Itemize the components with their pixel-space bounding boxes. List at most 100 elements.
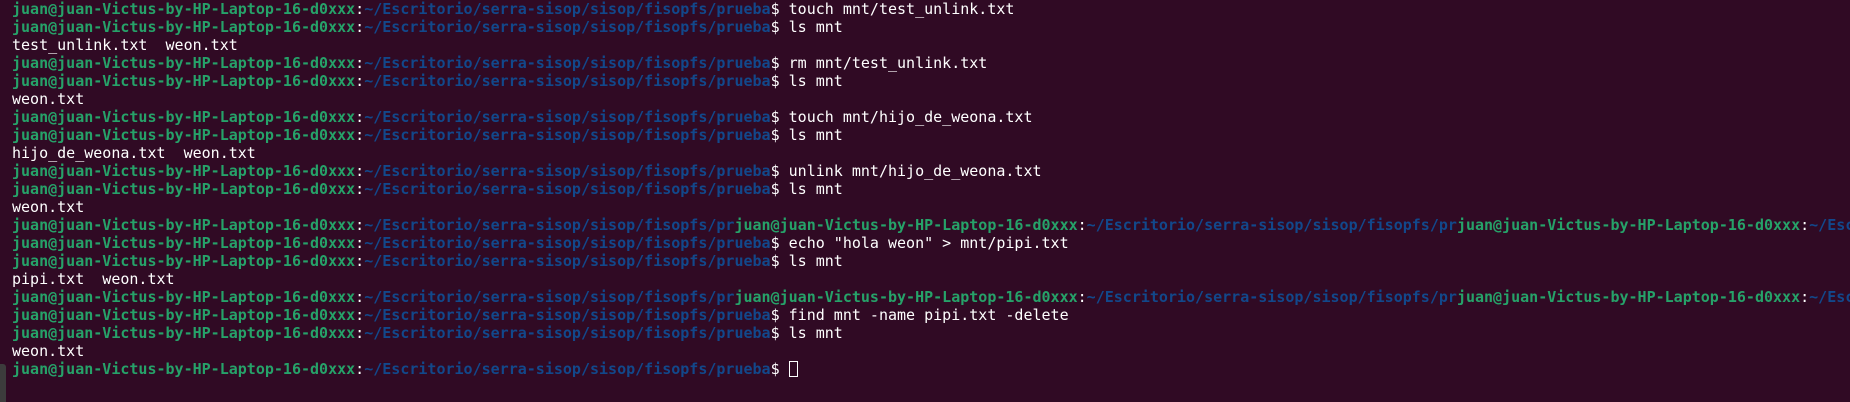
prompt-line: juan@juan-Victus-by-HP-Laptop-16-d0xxx:~… [12,162,1850,180]
prompt-line: juan@juan-Victus-by-HP-Laptop-16-d0xxx:~… [12,234,1850,252]
prompt-cwd-truncated: ~/Escritorio/serra-sisop/sisop/fisopfs/p… [1086,216,1457,234]
prompt-user-host: juan@juan-Victus-by-HP-Laptop-16-d0xxx [12,108,356,126]
prompt-user-host: juan@juan-Victus-by-HP-Laptop-16-d0xxx [734,216,1078,234]
prompt-user-host: juan@juan-Victus-by-HP-Laptop-16-d0xxx [12,126,356,144]
prompt-dollar: $ [770,0,789,18]
prompt-dollar: $ [770,72,789,90]
prompt-cwd: ~/Escritorio/serra-sisop/sisop/fisopfs/p… [364,0,771,18]
prompt-user-host: juan@juan-Victus-by-HP-Laptop-16-d0xxx [12,0,356,18]
prompt-line: juan@juan-Victus-by-HP-Laptop-16-d0xxx:~… [12,324,1850,342]
output-text: test_unlink.txt weon.txt [12,36,238,54]
scrollbar-handle[interactable] [0,364,6,402]
prompt-user-host: juan@juan-Victus-by-HP-Laptop-16-d0xxx [12,234,356,252]
prompt-colon: : [355,252,365,270]
prompt-user-host: juan@juan-Victus-by-HP-Laptop-16-d0xxx [12,216,356,234]
prompt-cwd-truncated: ~/Escritorio/serra-sisop/sisop/fisopfs/p… [1086,288,1457,306]
prompt-cwd-truncated: ~/Esc [1809,288,1850,306]
prompt-colon: : [355,306,365,324]
prompt-colon: : [1800,288,1810,306]
prompt-colon: : [355,54,365,72]
prompt-user-host: juan@juan-Victus-by-HP-Laptop-16-d0xxx [12,162,356,180]
garbled-prompt-line: juan@juan-Victus-by-HP-Laptop-16-d0xxx:~… [12,288,1850,306]
prompt-colon: : [355,108,365,126]
prompt-colon: : [355,216,365,234]
prompt-colon: : [1077,216,1087,234]
command-text: unlink mnt/hijo_de_weona.txt [788,162,1042,180]
prompt-colon: : [355,180,365,198]
prompt-dollar: $ [770,108,789,126]
prompt-line: juan@juan-Victus-by-HP-Laptop-16-d0xxx:~… [12,306,1850,324]
prompt-user-host: juan@juan-Victus-by-HP-Laptop-16-d0xxx [1456,288,1801,306]
output-line: weon.txt [12,90,1850,108]
prompt-user-host: juan@juan-Victus-by-HP-Laptop-16-d0xxx [12,252,356,270]
prompt-dollar: $ [770,18,789,36]
prompt-user-host: juan@juan-Victus-by-HP-Laptop-16-d0xxx [12,324,356,342]
prompt-colon: : [355,0,365,18]
prompt-cwd: ~/Escritorio/serra-sisop/sisop/fisopfs/p… [364,126,771,144]
prompt-cwd: ~/Escritorio/serra-sisop/sisop/fisopfs/p… [364,108,771,126]
prompt-dollar: $ [770,126,789,144]
prompt-dollar: $ [770,306,789,324]
prompt-cwd-truncated: ~/Escritorio/serra-sisop/sisop/fisopfs/p… [364,288,735,306]
output-text: hijo_de_weona.txt weon.txt [12,144,256,162]
prompt-cwd: ~/Escritorio/serra-sisop/sisop/fisopfs/p… [364,162,771,180]
prompt-line: juan@juan-Victus-by-HP-Laptop-16-d0xxx:~… [12,54,1850,72]
prompt-dollar: $ [770,252,789,270]
command-text: touch mnt/hijo_de_weona.txt [788,108,1033,126]
prompt-user-host: juan@juan-Victus-by-HP-Laptop-16-d0xxx [1456,216,1801,234]
prompt-user-host: juan@juan-Victus-by-HP-Laptop-16-d0xxx [12,180,356,198]
output-text: weon.txt [12,90,85,108]
prompt-dollar: $ [770,360,789,378]
output-text: weon.txt [12,198,85,216]
prompt-colon: : [355,360,365,378]
output-text: pipi.txt weon.txt [12,270,175,288]
prompt-dollar: $ [770,234,789,252]
command-text: ls mnt [788,18,843,36]
prompt-colon: : [355,126,365,144]
prompt-cwd: ~/Escritorio/serra-sisop/sisop/fisopfs/p… [364,234,771,252]
prompt-colon: : [355,234,365,252]
prompt-line: juan@juan-Victus-by-HP-Laptop-16-d0xxx:~… [12,0,1850,18]
prompt-cwd: ~/Escritorio/serra-sisop/sisop/fisopfs/p… [364,306,771,324]
prompt-user-host: juan@juan-Victus-by-HP-Laptop-16-d0xxx [12,54,356,72]
output-line: weon.txt [12,198,1850,216]
command-text: ls mnt [788,180,843,198]
prompt-cwd: ~/Escritorio/serra-sisop/sisop/fisopfs/p… [364,324,771,342]
prompt-dollar: $ [770,180,789,198]
terminal-output: juan@juan-Victus-by-HP-Laptop-16-d0xxx:~… [12,0,1850,378]
prompt-line: juan@juan-Victus-by-HP-Laptop-16-d0xxx:~… [12,360,1850,378]
terminal-window[interactable]: juan@juan-Victus-by-HP-Laptop-16-d0xxx:~… [0,0,1850,402]
prompt-colon: : [1077,288,1087,306]
command-text: touch mnt/test_unlink.txt [788,0,1015,18]
output-line: test_unlink.txt weon.txt [12,36,1850,54]
command-text: ls mnt [788,252,843,270]
command-text: echo "hola weon" > mnt/pipi.txt [788,234,1069,252]
prompt-line: juan@juan-Victus-by-HP-Laptop-16-d0xxx:~… [12,126,1850,144]
prompt-line: juan@juan-Victus-by-HP-Laptop-16-d0xxx:~… [12,108,1850,126]
prompt-cwd: ~/Escritorio/serra-sisop/sisop/fisopfs/p… [364,252,771,270]
prompt-cwd: ~/Escritorio/serra-sisop/sisop/fisopfs/p… [364,54,771,72]
prompt-user-host: juan@juan-Victus-by-HP-Laptop-16-d0xxx [12,72,356,90]
command-text: ls mnt [788,72,843,90]
command-text: ls mnt [788,126,843,144]
prompt-line: juan@juan-Victus-by-HP-Laptop-16-d0xxx:~… [12,72,1850,90]
prompt-line: juan@juan-Victus-by-HP-Laptop-16-d0xxx:~… [12,18,1850,36]
prompt-line: juan@juan-Victus-by-HP-Laptop-16-d0xxx:~… [12,252,1850,270]
prompt-colon: : [355,288,365,306]
prompt-cwd: ~/Escritorio/serra-sisop/sisop/fisopfs/p… [364,72,771,90]
prompt-colon: : [1800,216,1810,234]
prompt-colon: : [355,72,365,90]
prompt-user-host: juan@juan-Victus-by-HP-Laptop-16-d0xxx [12,360,356,378]
prompt-user-host: juan@juan-Victus-by-HP-Laptop-16-d0xxx [12,18,356,36]
prompt-cwd: ~/Escritorio/serra-sisop/sisop/fisopfs/p… [364,360,771,378]
prompt-colon: : [355,162,365,180]
garbled-prompt-line: juan@juan-Victus-by-HP-Laptop-16-d0xxx:~… [12,216,1850,234]
prompt-cwd-truncated: ~/Esc [1809,216,1850,234]
command-text: find mnt -name pipi.txt -delete [788,306,1069,324]
prompt-colon: : [355,324,365,342]
prompt-dollar: $ [770,54,789,72]
output-line: hijo_de_weona.txt weon.txt [12,144,1850,162]
command-text: rm mnt/test_unlink.txt [788,54,988,72]
prompt-user-host: juan@juan-Victus-by-HP-Laptop-16-d0xxx [12,288,356,306]
command-text: ls mnt [788,324,843,342]
